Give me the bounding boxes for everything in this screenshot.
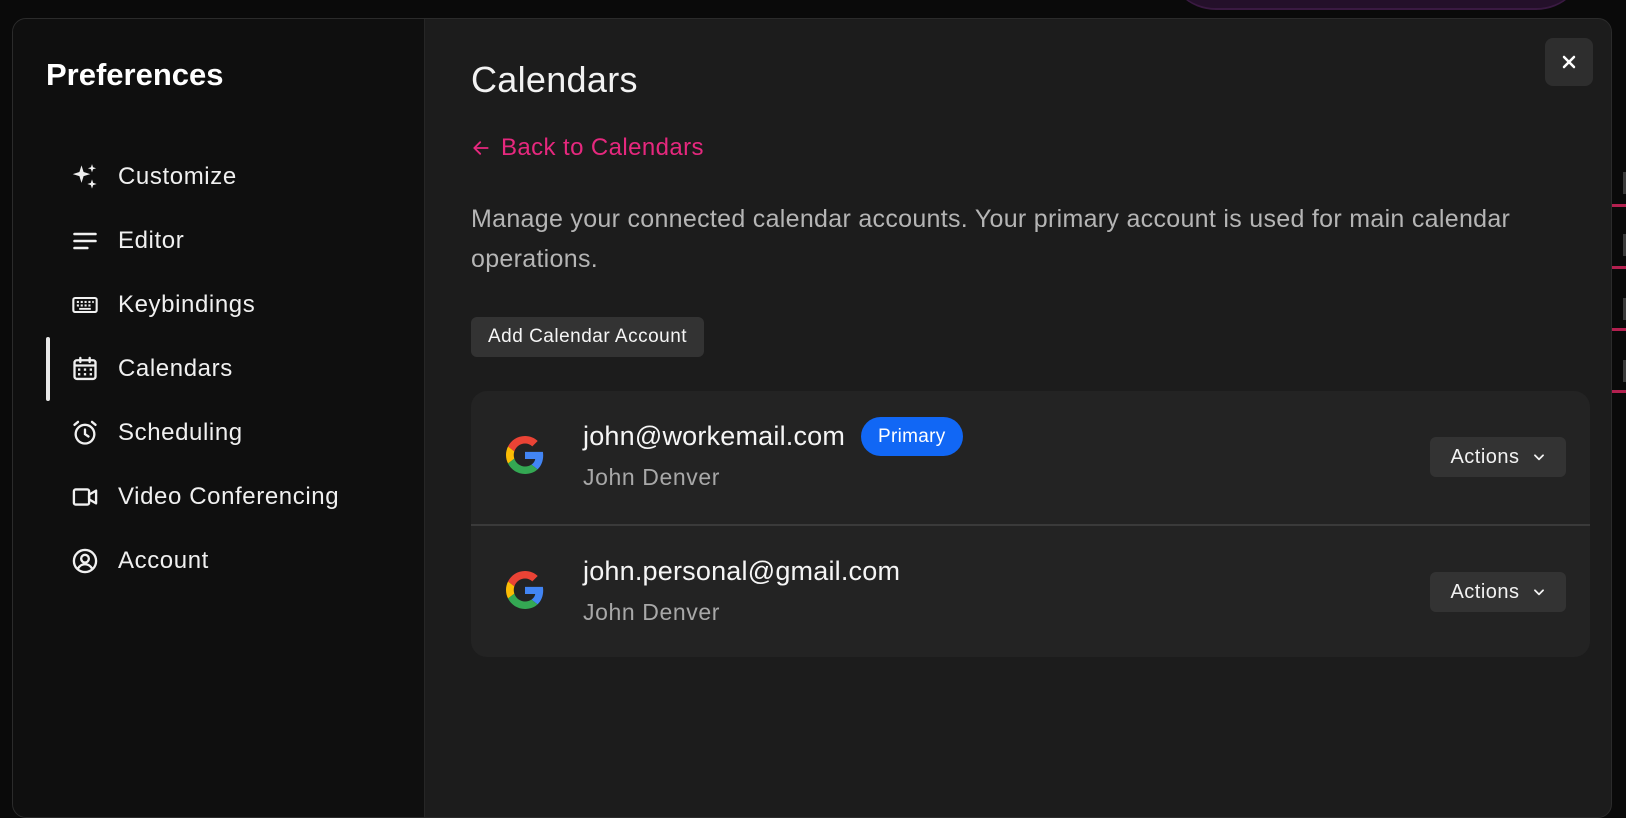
account-name: John Denver	[583, 464, 721, 490]
google-icon	[506, 436, 544, 474]
video-camera-icon	[71, 483, 99, 511]
edge-mark	[1612, 390, 1626, 393]
account-name: John Denver	[583, 599, 721, 625]
sidebar-item-label: Account	[118, 547, 209, 574]
user-circle-icon	[71, 547, 99, 575]
actions-label: Actions	[1450, 580, 1520, 603]
primary-badge: Primary	[861, 417, 963, 456]
sidebar-title: Preferences	[46, 57, 224, 92]
close-icon	[1562, 55, 1576, 69]
edge-mark	[1612, 328, 1626, 331]
alarm-clock-icon	[71, 419, 99, 447]
sidebar-item-video-conferencing[interactable]: Video Conferencing	[13, 465, 424, 529]
sidebar-item-customize[interactable]: Customize	[13, 145, 424, 209]
sidebar-item-label: Scheduling	[118, 419, 243, 446]
actions-dropdown-button[interactable]: Actions	[1430, 437, 1566, 477]
actions-dropdown-button[interactable]: Actions	[1430, 572, 1566, 612]
backdrop-glow	[1166, 0, 1586, 10]
sidebar-item-label: Editor	[118, 227, 185, 254]
sidebar-item-calendars[interactable]: Calendars	[13, 337, 424, 401]
back-link-label: Back to Calendars	[501, 134, 704, 161]
sparkles-icon	[71, 163, 99, 191]
preferences-sidebar: Preferences Customize Editor Keybindings…	[13, 19, 425, 817]
sidebar-item-keybindings[interactable]: Keybindings	[13, 273, 424, 337]
account-email: john@workemail.com	[583, 421, 846, 451]
back-to-calendars-link[interactable]: Back to Calendars	[471, 134, 704, 162]
sidebar-item-label: Calendars	[118, 355, 233, 382]
account-row: john@workemail.com Primary John Denver A…	[471, 391, 1590, 524]
edge-mark	[1612, 266, 1626, 269]
calendar-icon	[71, 355, 99, 383]
google-icon	[506, 571, 544, 609]
keyboard-icon	[71, 291, 99, 319]
preferences-nav: Customize Editor Keybindings Calendars S…	[13, 145, 424, 593]
page-title: Calendars	[471, 59, 638, 100]
sidebar-item-label: Video Conferencing	[118, 483, 340, 510]
sidebar-item-label: Keybindings	[118, 291, 256, 318]
actions-label: Actions	[1450, 445, 1520, 468]
arrow-left-icon	[473, 141, 489, 155]
text-lines-icon	[71, 227, 99, 255]
account-row: john.personal@gmail.com John Denver Acti…	[471, 524, 1590, 657]
close-button[interactable]	[1545, 38, 1593, 86]
sidebar-item-scheduling[interactable]: Scheduling	[13, 401, 424, 465]
calendars-panel: Calendars Back to Calendars Manage your …	[425, 19, 1611, 817]
preferences-modal: Preferences Customize Editor Keybindings…	[12, 18, 1612, 818]
add-calendar-account-button[interactable]: Add Calendar Account	[471, 317, 705, 357]
chevron-down-icon	[1533, 454, 1544, 461]
sidebar-item-account[interactable]: Account	[13, 529, 424, 593]
accounts-list: john@workemail.com Primary John Denver A…	[471, 391, 1590, 657]
sidebar-item-label: Customize	[118, 163, 237, 190]
edge-mark	[1612, 204, 1626, 207]
page-description: Manage your connected calendar accounts.…	[471, 205, 1511, 273]
sidebar-item-editor[interactable]: Editor	[13, 209, 424, 273]
account-email: john.personal@gmail.com	[583, 556, 901, 586]
chevron-down-icon	[1533, 589, 1544, 596]
